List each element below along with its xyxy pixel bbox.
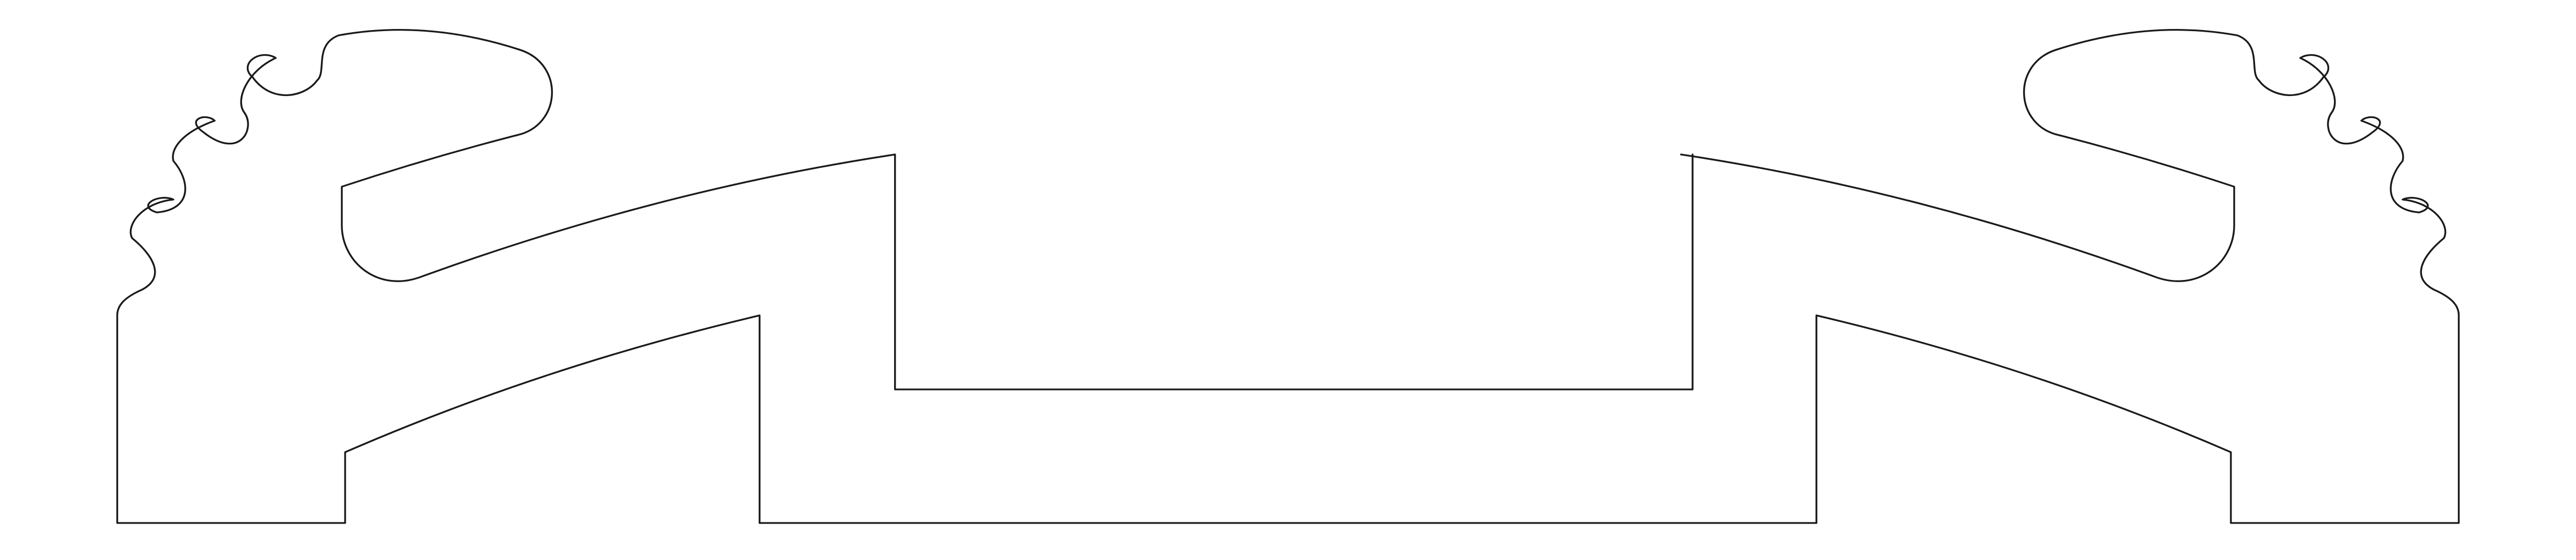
profile-drawing bbox=[0, 0, 2576, 560]
